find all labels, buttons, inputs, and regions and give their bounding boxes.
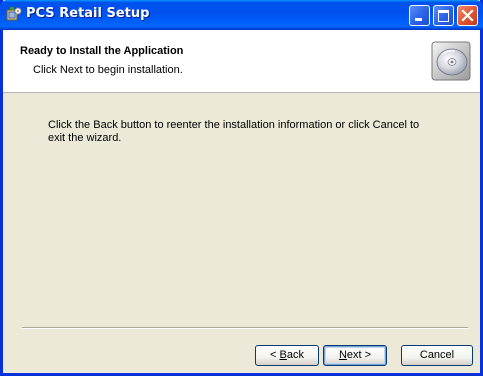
back-button[interactable]: < Back: [255, 345, 319, 366]
setup-app-icon: [6, 6, 22, 21]
header-banner: Ready to Install the Application Click N…: [3, 30, 480, 93]
maximize-button[interactable]: [433, 5, 454, 26]
window-title: PCS Retail Setup: [26, 6, 150, 21]
back-button-label-pre: <: [270, 349, 280, 361]
back-button-accel: B: [279, 349, 287, 361]
close-icon: [461, 9, 474, 22]
next-button[interactable]: Next >: [323, 345, 387, 366]
instruction-text: Click the Back button to reenter the ins…: [48, 119, 420, 144]
setup-window: PCS Retail Setup Ready to Install the Ap…: [0, 0, 483, 376]
page-title: Ready to Install the Application: [20, 45, 184, 57]
next-button-accel: N: [338, 349, 347, 361]
cancel-button[interactable]: Cancel: [401, 345, 473, 366]
next-button-label-post: ext >: [346, 349, 372, 361]
title-bar[interactable]: PCS Retail Setup: [0, 0, 483, 30]
close-button[interactable]: [457, 5, 478, 26]
back-button-label-post: ack: [286, 349, 304, 361]
minimize-button[interactable]: [409, 5, 430, 26]
footer-separator: [22, 327, 468, 329]
page-subtitle: Click Next to begin installation.: [33, 64, 183, 76]
cd-disc-icon: [431, 41, 471, 81]
